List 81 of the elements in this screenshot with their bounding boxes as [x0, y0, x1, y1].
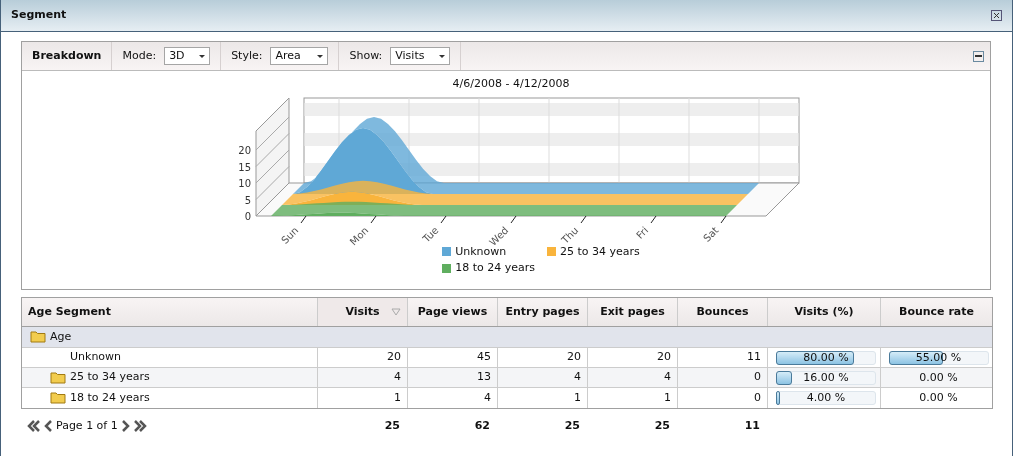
- page-indicator: Page 1 of 1: [56, 417, 118, 434]
- control-label: Show:: [349, 47, 383, 64]
- column-header[interactable]: Entry pages: [498, 298, 588, 326]
- dropdown[interactable]: 3D: [164, 47, 211, 65]
- first-page-icon: [27, 420, 41, 432]
- percent-text: 4.00 %: [805, 390, 847, 406]
- axis-label: 20: [238, 144, 251, 156]
- close-button[interactable]: [991, 10, 1002, 21]
- previous-page-button[interactable]: [44, 420, 53, 432]
- collapse-button[interactable]: [973, 50, 984, 62]
- axis-label: 10: [238, 177, 251, 189]
- table-cell: Unknown: [22, 348, 318, 367]
- total-value: 25: [563, 417, 581, 434]
- total-value: 62: [473, 417, 491, 434]
- column-header[interactable]: Page views: [408, 298, 498, 326]
- sort-icon: [391, 308, 401, 316]
- percent-text: 0.00 %: [918, 390, 959, 406]
- percent-text: 80.00 %: [802, 349, 850, 366]
- axis-label: Thu: [559, 224, 581, 246]
- folder-icon: [50, 371, 66, 384]
- column-header[interactable]: Exit pages: [588, 298, 678, 326]
- close-icon: [993, 12, 1000, 19]
- caret-icon: [317, 54, 324, 58]
- total-value: 25: [383, 417, 401, 434]
- axis-label: 15: [238, 161, 251, 172]
- axis-label: Sat: [701, 224, 721, 244]
- column-header[interactable]: Visits: [318, 298, 408, 326]
- legend-label: 25 to 34 years: [560, 243, 640, 260]
- table-cell: 4: [318, 368, 408, 387]
- chevron-left-icon: [44, 420, 53, 432]
- table-cell: 1: [498, 388, 588, 408]
- percent-text: 0.00 %: [918, 369, 959, 386]
- minus-icon: [975, 55, 982, 57]
- table-cell: 4: [588, 368, 678, 387]
- next-page-button[interactable]: [120, 420, 130, 432]
- panel-title: Breakdown: [22, 42, 113, 70]
- axis-label: 5: [244, 194, 251, 205]
- folder-icon: [30, 331, 46, 343]
- axis-label: Mon: [347, 224, 371, 247]
- table-cell: 0: [678, 368, 768, 387]
- folder-icon: [50, 392, 66, 404]
- axis-label: 0: [244, 210, 251, 222]
- table-cell: 13: [408, 368, 498, 387]
- total-value: 11: [743, 417, 761, 434]
- dropdown[interactable]: Visits: [390, 47, 451, 65]
- column-header[interactable]: Bounces: [678, 298, 768, 326]
- table-cell: 25 to 34 years: [22, 368, 318, 387]
- last-page-icon: [132, 420, 147, 432]
- table-cell: 20: [588, 348, 678, 367]
- control-label: Style:: [231, 47, 263, 64]
- chart-title: 4/6/2008 - 4/12/2008: [452, 76, 570, 92]
- group-label: Age: [50, 328, 72, 345]
- last-page-button[interactable]: [132, 420, 147, 432]
- table-cell: 45: [408, 348, 498, 367]
- table-cell: 4: [498, 368, 588, 387]
- table-cell: 18 to 24 years: [22, 388, 318, 408]
- control-label: Mode:: [122, 47, 157, 64]
- chevron-right-icon: [120, 420, 130, 432]
- percent-text: 16.00 %: [802, 369, 850, 386]
- axis-label: Tue: [420, 224, 441, 244]
- first-page-button[interactable]: [27, 420, 41, 432]
- percent-text: 55.00 %: [914, 349, 963, 366]
- table-cell: 11: [678, 348, 768, 367]
- legend-label: 18 to 24 years: [455, 260, 535, 276]
- table-cell: 0: [678, 388, 768, 408]
- total-value: 25: [653, 417, 671, 434]
- column-header[interactable]: Visits (%): [768, 298, 881, 326]
- window-title: Segment: [11, 7, 67, 24]
- caret-icon: [199, 54, 206, 58]
- axis-label: Fri: [634, 224, 651, 241]
- table-cell: 20: [498, 348, 588, 367]
- table-cell: 4: [408, 388, 498, 408]
- column-header[interactable]: Bounce rate: [881, 298, 992, 326]
- legend-label: Unknown: [455, 244, 507, 260]
- group-row[interactable]: Age: [22, 327, 992, 348]
- dropdown[interactable]: Area: [270, 47, 329, 65]
- axis-label: Sun: [279, 224, 301, 246]
- caret-icon: [439, 54, 446, 58]
- table-cell: 1: [318, 388, 408, 408]
- table-cell: 1: [588, 388, 678, 408]
- table-cell: 20: [318, 348, 408, 367]
